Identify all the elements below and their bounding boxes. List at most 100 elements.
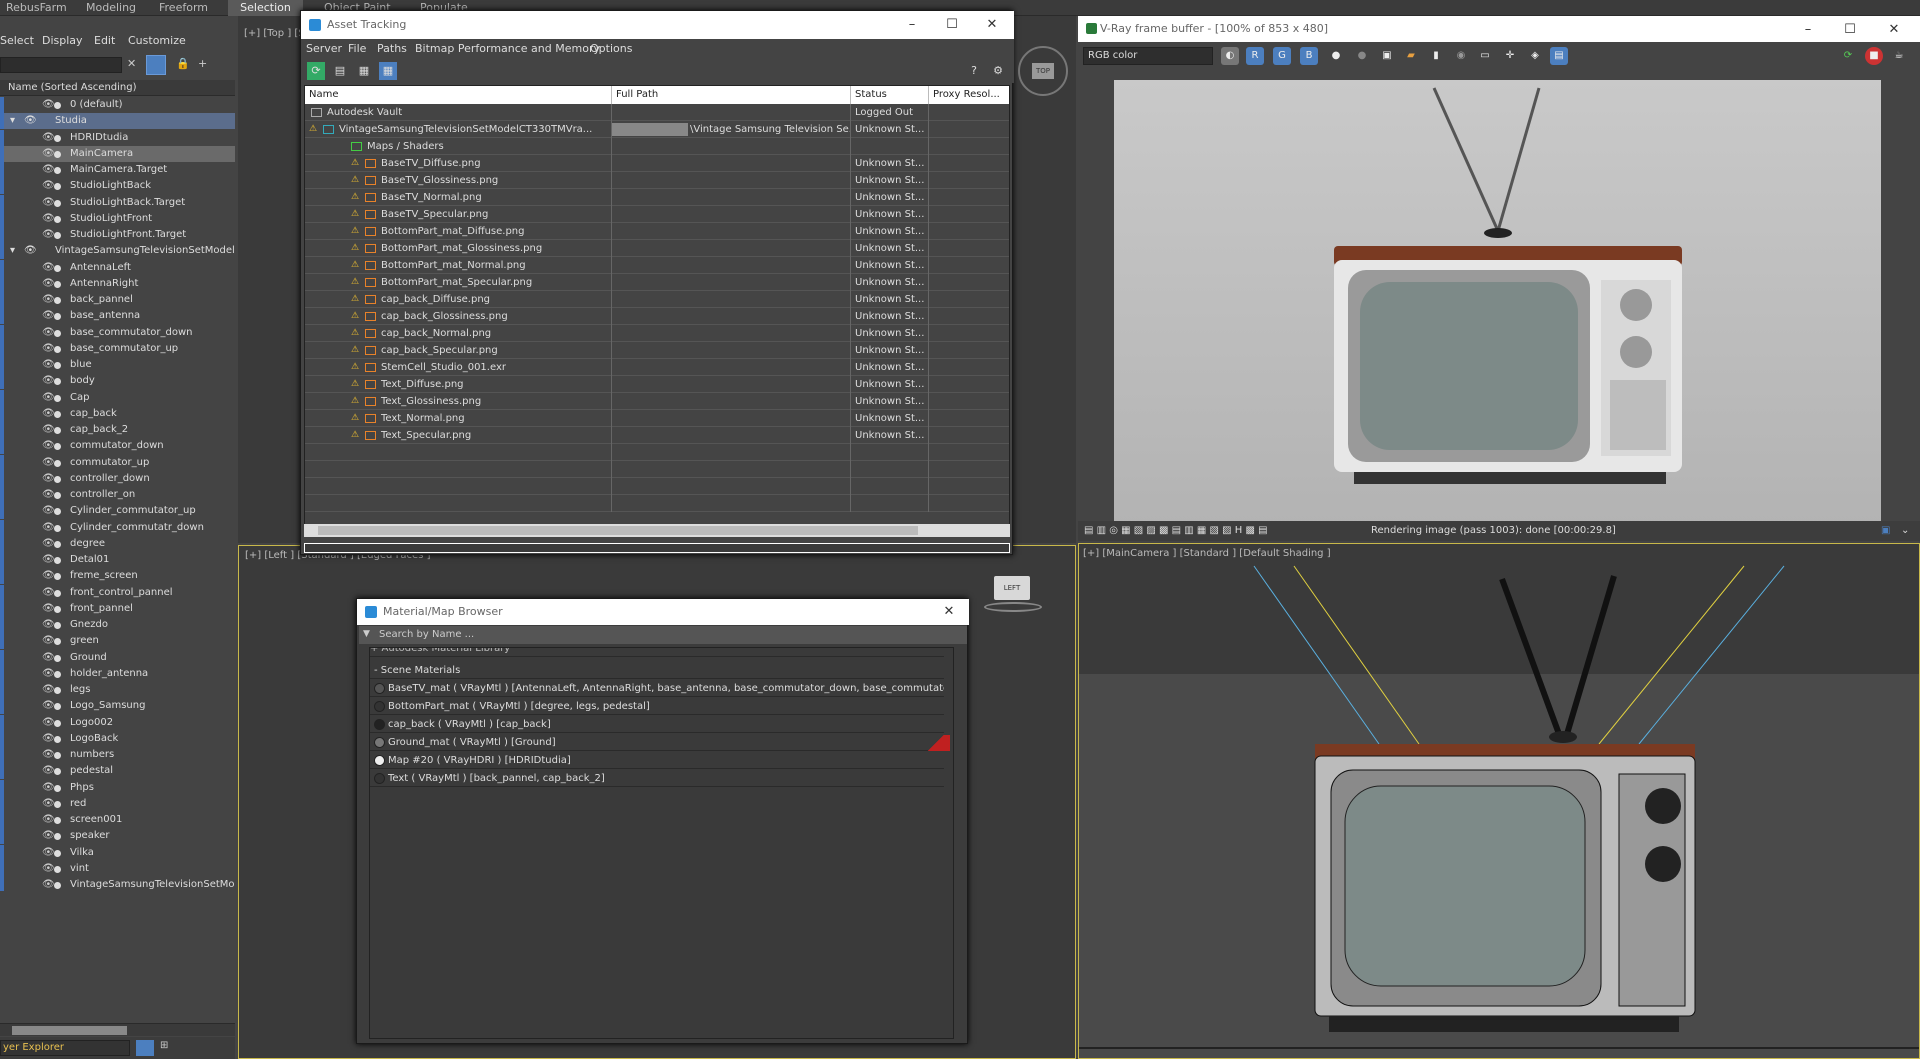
asset-row[interactable]: ⚠ BaseTV_Normal.png Unknown St... [305,189,1009,206]
explorer-row[interactable]: 👁 MainCamera.Target [0,162,235,178]
menu-paths[interactable]: Paths [377,42,407,55]
explorer-search-input[interactable] [0,57,122,73]
visibility-icon[interactable]: 👁 [42,487,55,503]
explorer-row[interactable]: 👁 commutator_down [0,438,235,455]
settings-icon[interactable]: ⚙ [989,62,1007,80]
stop-icon[interactable]: ■ [1865,47,1883,65]
tab-rebusfarm[interactable]: RebusFarm [0,0,73,16]
vray-titlebar[interactable]: V-Ray frame buffer - [100% of 853 x 480]… [1078,16,1920,42]
explorer-row[interactable]: 👁 back_pannel [0,292,235,308]
explorer-row[interactable]: 👁 StudioLightBack.Target [0,194,235,211]
explorer-row[interactable]: 👁 pedestal [0,763,235,780]
asset-row[interactable]: Maps / Shaders [305,138,1009,155]
explorer-row[interactable]: 👁 body [0,373,235,390]
visibility-icon[interactable]: 👁 [42,438,55,454]
render-icon[interactable] [54,475,61,483]
visibility-icon[interactable]: 👁 [42,422,55,438]
col-status[interactable]: Status [851,86,929,104]
explorer-row[interactable]: 👁 holder_antenna [0,665,235,682]
teapot-icon[interactable]: ☕ [1890,47,1908,65]
close-icon[interactable]: ✕ [1874,16,1914,44]
tab-modeling[interactable]: Modeling [80,0,142,16]
explorer-row[interactable]: 👁 Detal01 [0,552,235,568]
explorer-row[interactable]: 👁 green [0,633,235,650]
visibility-icon[interactable]: 👁 [42,552,55,568]
list-icon[interactable]: ▤ [331,62,349,80]
asset-row[interactable]: ⚠ VintageSamsungTelevisionSetModelCT330TM… [305,121,1009,138]
material-row[interactable]: Text ( VRayMtl ) [back_pannel, cap_back_… [370,770,944,787]
asset-row[interactable]: ⚠ BaseTV_Glossiness.png Unknown St... [305,172,1009,189]
visibility-icon[interactable]: 👁 [42,406,55,422]
table-view-icon[interactable]: ▦ [379,62,397,80]
visibility-icon[interactable]: 👁 [42,195,55,211]
vray-bottom-toolbar[interactable]: ▤ ▥ ◎ ▦ ▧ ▨ ▩ ▤ ▥ ▦ ▧ ▨ H ▩ ▤ [1084,521,1268,541]
lock-icon[interactable]: 🔒 [176,57,190,70]
visibility-icon[interactable]: 👁 [42,568,55,584]
explorer-row[interactable]: 👁 numbers [0,747,235,763]
viewport-maincamera[interactable]: [+] [MainCamera ] [Standard ] [Default S… [1078,543,1920,1059]
asset-row[interactable]: ⚠ cap_back_Specular.png Unknown St... [305,342,1009,359]
render-icon[interactable] [54,719,61,727]
col-name[interactable]: Name [305,86,612,104]
asset-row[interactable]: ⚠ BottomPart_mat_Normal.png Unknown St... [305,257,1009,274]
hierarchy-icon[interactable]: ⊞ [160,1040,176,1056]
render-icon[interactable] [54,540,61,548]
explorer-row[interactable]: 👁 AntennaLeft [0,259,235,276]
render-icon[interactable] [54,833,61,841]
render-icon[interactable] [54,199,61,207]
asset-row[interactable]: ⚠ BottomPart_mat_Glossiness.png Unknown St… [305,240,1009,257]
render-icon[interactable] [54,605,61,613]
visibility-icon[interactable]: 👁 [24,113,37,129]
visibility-icon[interactable]: 👁 [42,341,55,357]
render-icon[interactable] [54,394,61,402]
explorer-row[interactable]: 👁 0 (default) [0,97,235,113]
material-row[interactable]: Map #20 ( VRayHDRI ) [HDRIDtudia] [370,752,944,769]
visibility-icon[interactable]: 👁 [42,325,55,341]
help-icon[interactable]: ? [965,62,983,80]
visibility-icon[interactable]: 👁 [42,633,55,649]
asset-row[interactable]: ⚠ BottomPart_mat_Specular.png Unknown St..… [305,274,1009,291]
render-icon[interactable] [54,589,61,597]
close-icon[interactable]: ✕ [972,11,1012,39]
render-icon[interactable] [54,865,61,873]
explorer-row[interactable]: 👁 Cylinder_commutator_up [0,503,235,520]
explorer-row[interactable]: ▾ 👁 VintageSamsungTelevisionSetModelCT330 [0,243,235,260]
material-row[interactable]: BottomPart_mat ( VRayMtl ) [degree, legs… [370,698,944,715]
visibility-icon[interactable]: 👁 [42,162,55,178]
explorer-row[interactable]: 👁 base_commutator_down [0,324,235,341]
open-folder-icon[interactable]: ▰ [1402,47,1420,65]
maximize-icon[interactable]: ☐ [1830,16,1870,44]
visibility-icon[interactable]: 👁 [42,260,55,276]
explorer-row[interactable]: 👁 StudioLightFront.Target [0,227,235,243]
explorer-row[interactable]: 👁 front_pannel [0,600,235,617]
visibility-icon[interactable]: 👁 [42,861,55,877]
explorer-row[interactable]: 👁 base_commutator_up [0,340,235,357]
render-icon[interactable] [54,768,61,776]
visibility-icon[interactable]: 👁 [42,455,55,471]
visibility-icon[interactable]: 👁 [24,243,37,259]
visibility-icon[interactable]: 👁 [42,130,55,146]
render-icon[interactable] [54,378,61,386]
asset-row[interactable]: ⚠ StemCell_Studio_001.exr Unknown St... [305,359,1009,376]
viewport-top-label[interactable]: [+] [Top ] [S [244,28,305,39]
render-icon[interactable] [54,167,61,174]
asset-row[interactable]: ⚠ Text_Diffuse.png Unknown St... [305,376,1009,393]
render-icon[interactable] [54,849,61,857]
render-icon[interactable] [54,264,61,272]
explorer-row[interactable]: 👁 red [0,795,235,812]
visibility-icon[interactable]: 👁 [42,390,55,406]
scrollbar-thumb[interactable] [318,526,918,535]
render-icon[interactable] [54,215,61,223]
visibility-icon[interactable]: 👁 [42,146,55,162]
render-icon[interactable] [54,735,61,743]
visibility-icon[interactable]: 👁 [42,715,55,731]
render-icon[interactable] [54,102,61,109]
render-icon[interactable] [54,345,61,353]
scrollbar-thumb[interactable] [12,1026,127,1035]
render-icon[interactable] [54,703,61,711]
explorer-hscrollbar[interactable] [0,1023,235,1036]
render-icon[interactable] [54,573,61,581]
alpha-white-icon[interactable]: ● [1327,47,1345,65]
viewcube-top[interactable]: TOP [1018,46,1068,96]
render-icon[interactable] [54,670,61,678]
